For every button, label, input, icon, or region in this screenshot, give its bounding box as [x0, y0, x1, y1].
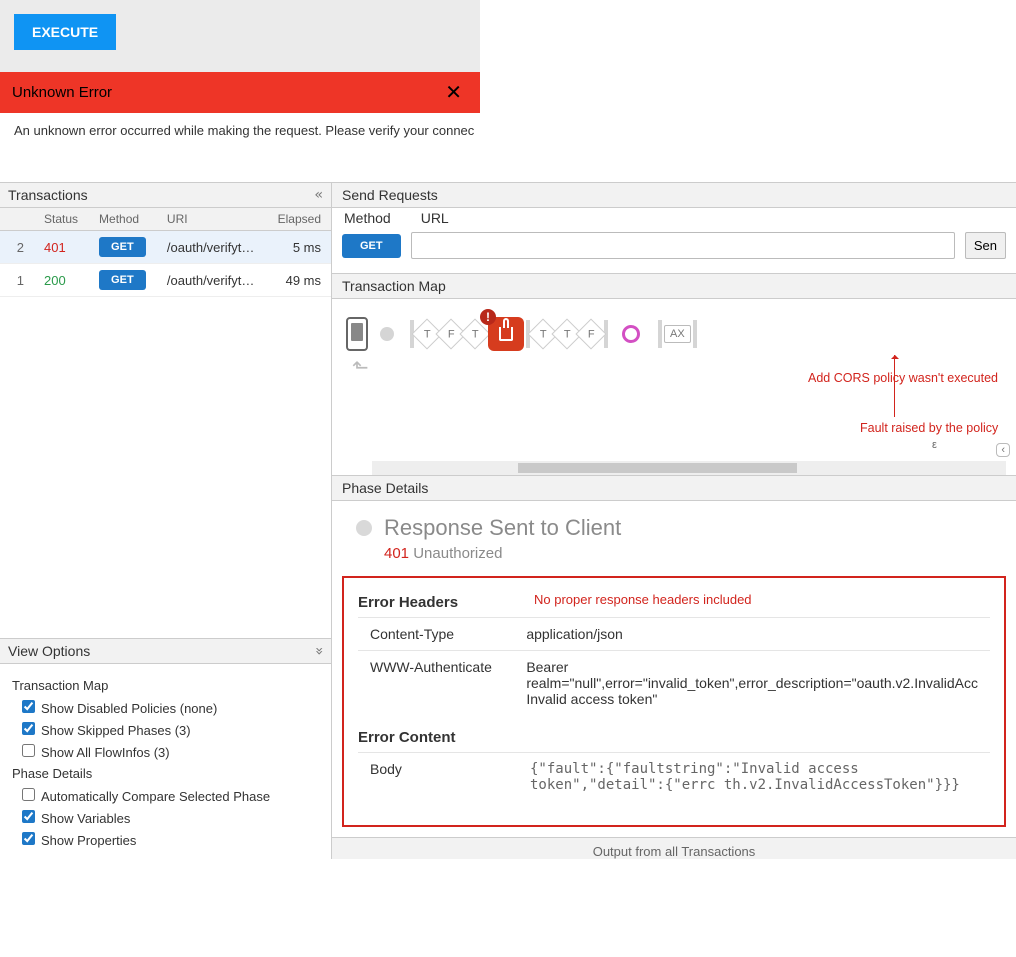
header-value: Bearer realm="null",error="invalid_token…	[514, 651, 990, 716]
phase-indicator-icon	[356, 520, 372, 536]
header-key: Content-Type	[358, 618, 514, 651]
label-method: Method	[344, 210, 391, 226]
top-card: EXECUTE Unknown Error ✕ An unknown error…	[0, 0, 480, 148]
pager[interactable]: ‹	[996, 443, 1010, 457]
error-badge-icon: !	[480, 309, 496, 325]
opt-auto-compare[interactable]: Automatically Compare Selected Phase	[18, 785, 319, 804]
policy-error-node[interactable]: !	[488, 317, 524, 351]
view-options-title: View Options	[8, 643, 90, 659]
close-icon[interactable]: ✕	[439, 80, 468, 105]
annotation-fault: Fault raised by the policy	[860, 421, 998, 435]
expand-icon[interactable]: »	[311, 647, 327, 655]
opt-show-properties[interactable]: Show Properties	[18, 829, 319, 848]
tx-index: 1	[0, 264, 34, 297]
send-requests-header: Send Requests	[332, 183, 1016, 208]
col-elapsed[interactable]: Elapsed	[266, 208, 331, 231]
col-uri[interactable]: URI	[157, 208, 266, 231]
annotation-cors: Add CORS policy wasn't executed	[808, 371, 998, 385]
opt-show-skipped[interactable]: Show Skipped Phases (3)	[18, 719, 319, 738]
annotation-arrow	[894, 355, 895, 417]
epsilon-glyph: ε	[932, 439, 937, 451]
send-button[interactable]: Sen	[965, 232, 1006, 259]
tx-uri: /oauth/verifyt…	[157, 264, 266, 297]
table-row: Body {"fault":{"faultstring":"Invalid ac…	[358, 753, 990, 802]
col-status[interactable]: Status	[34, 208, 89, 231]
transaction-map-header: Transaction Map	[332, 273, 1016, 299]
tx-status: 200	[34, 264, 89, 297]
opt-show-variables[interactable]: Show Variables	[18, 807, 319, 826]
phase-status: 401 Unauthorized	[332, 545, 1016, 576]
opt-show-disabled[interactable]: Show Disabled Policies (none)	[18, 697, 319, 716]
left-pane: Transactions « Status Method URI Elapsed…	[0, 183, 332, 859]
phase-details-header: Phase Details	[332, 475, 1016, 501]
body-key: Body	[358, 753, 518, 802]
transactions-table: Status Method URI Elapsed 2401GET/oauth/…	[0, 208, 331, 297]
scrollbar-thumb[interactable]	[518, 463, 797, 473]
transactions-header: Transactions «	[0, 183, 331, 208]
error-content-heading: Error Content	[358, 729, 990, 746]
tx-method: GET	[89, 231, 157, 264]
table-row: Content-Type application/json	[358, 618, 990, 651]
execute-button[interactable]: EXECUTE	[14, 14, 116, 50]
output-footer[interactable]: Output from all Transactions	[332, 837, 1016, 859]
table-row[interactable]: 1200GET/oauth/verifyt…49 ms	[0, 264, 331, 297]
tx-uri: /oauth/verifyt…	[157, 231, 266, 264]
view-options-body: Transaction Map Show Disabled Policies (…	[0, 664, 331, 859]
transaction-map-canvas[interactable]: T F T ! T T F AX ⬑ Add C	[332, 299, 1016, 475]
error-banner-message: An unknown error occurred while making t…	[0, 113, 480, 148]
pager-prev-icon[interactable]: ‹	[1001, 444, 1005, 456]
opt-show-flowinfos[interactable]: Show All FlowInfos (3)	[18, 741, 319, 760]
vo-group-phase-details: Phase Details	[12, 766, 319, 781]
view-options-header: View Options »	[0, 638, 331, 664]
body-value: {"fault":{"faultstring":"Invalid access …	[518, 753, 990, 802]
flow-node[interactable]	[380, 327, 394, 341]
url-input[interactable]	[411, 232, 955, 259]
phase-title-row: Response Sent to Client	[332, 501, 1016, 545]
ax-node[interactable]: AX	[664, 325, 691, 343]
flow-divider	[693, 320, 697, 348]
label-url: URL	[421, 210, 449, 226]
phase-name: Response Sent to Client	[384, 515, 621, 541]
flow-divider	[658, 320, 662, 348]
horizontal-scrollbar[interactable]	[372, 461, 1006, 475]
collapse-left-icon[interactable]: «	[315, 187, 323, 203]
error-banner: Unknown Error ✕	[0, 72, 480, 113]
table-row: WWW-Authenticate Bearer realm="null",err…	[358, 651, 990, 716]
return-arrow-icon: ⬑	[352, 355, 369, 380]
error-details-box: No proper response headers included Erro…	[342, 576, 1006, 827]
target-ring-icon[interactable]	[622, 325, 640, 343]
table-row[interactable]: 2401GET/oauth/verifyt…5 ms	[0, 231, 331, 264]
client-device-icon	[346, 317, 368, 351]
tx-method: GET	[89, 264, 157, 297]
right-pane: Send Requests Method URL GET Sen Transac…	[332, 183, 1016, 859]
header-value: application/json	[514, 618, 990, 651]
error-banner-title: Unknown Error	[12, 84, 112, 101]
tx-status: 401	[34, 231, 89, 264]
header-key: WWW-Authenticate	[358, 651, 514, 716]
vo-group-transaction-map: Transaction Map	[12, 678, 319, 693]
tx-elapsed: 5 ms	[266, 231, 331, 264]
tx-index: 2	[0, 231, 34, 264]
method-selector[interactable]: GET	[342, 234, 401, 258]
lock-icon	[499, 327, 513, 341]
transactions-title: Transactions	[8, 187, 88, 203]
tx-elapsed: 49 ms	[266, 264, 331, 297]
error-headers-table: Content-Type application/json WWW-Authen…	[358, 617, 990, 715]
status-code: 401	[384, 545, 409, 562]
error-content-table: Body {"fault":{"faultstring":"Invalid ac…	[358, 752, 990, 801]
status-text: Unauthorized	[413, 545, 502, 562]
annotation-headers: No proper response headers included	[534, 592, 752, 607]
workspace: Transactions « Status Method URI Elapsed…	[0, 182, 1016, 859]
policy-node[interactable]: F	[575, 318, 606, 349]
col-method[interactable]: Method	[89, 208, 157, 231]
send-row: GET Sen	[332, 226, 1016, 273]
